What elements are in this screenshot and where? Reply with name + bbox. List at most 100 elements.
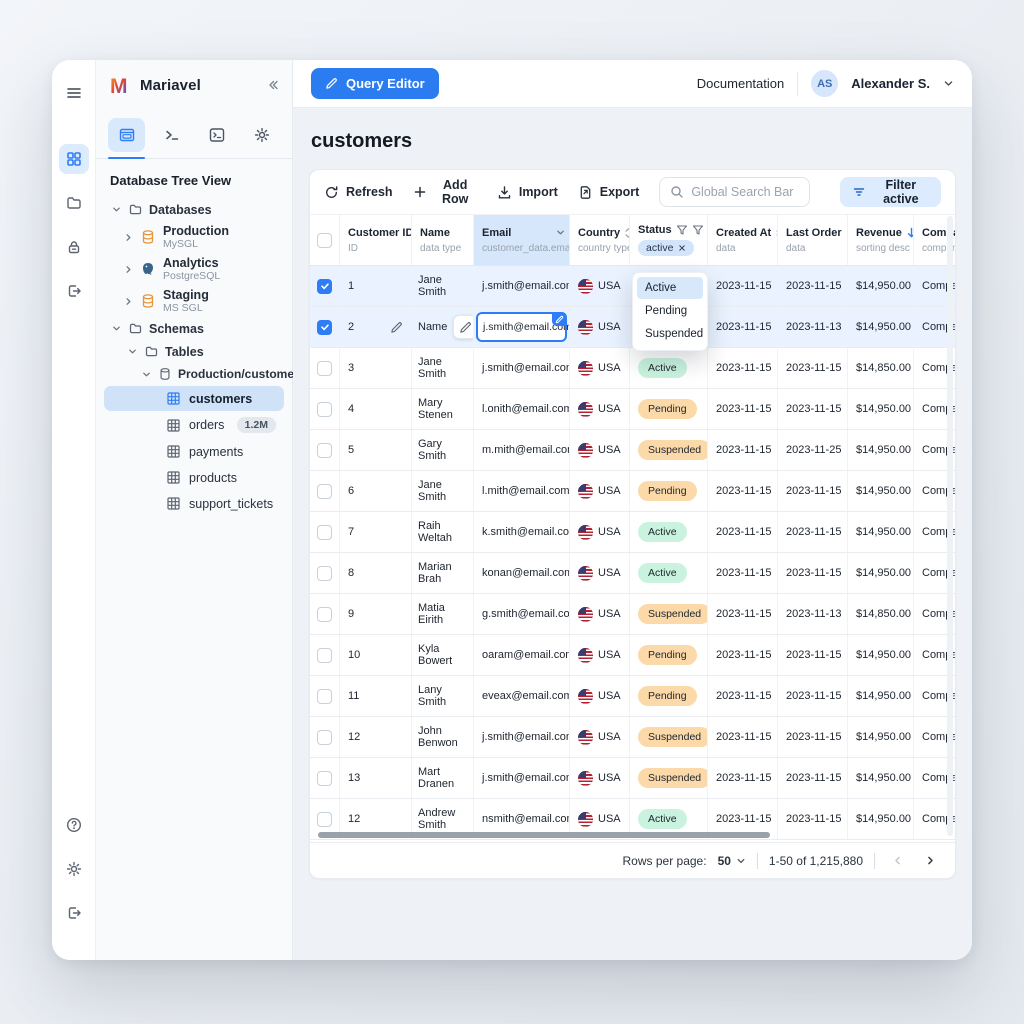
help-icon[interactable]: [59, 810, 89, 840]
row-checkbox[interactable]: [317, 402, 332, 417]
tree-folder-schemas[interactable]: Schemas: [96, 317, 292, 340]
chevron-down-icon[interactable]: [556, 228, 565, 237]
table-row[interactable]: 6Jane Smithl.mith@email.comUSAPending202…: [310, 471, 955, 512]
folder-icon[interactable]: [59, 188, 89, 218]
cell-last-order: 2023-11-15: [778, 799, 848, 839]
query-editor-button[interactable]: Query Editor: [311, 68, 439, 99]
cell-status: Pending: [630, 635, 708, 675]
tab-terminal[interactable]: [153, 118, 190, 152]
cell-country: USA: [570, 594, 630, 634]
row-checkbox[interactable]: [317, 812, 332, 827]
next-page-button[interactable]: [919, 850, 941, 872]
column-label: Status: [638, 224, 672, 236]
table-row[interactable]: 9Matia Eirithg.smith@email.comUSASuspend…: [310, 594, 955, 635]
table-row[interactable]: 3Jane Smithj.smith@email.comUSAActive202…: [310, 348, 955, 389]
import-button[interactable]: Import: [497, 185, 558, 200]
tree-folder-databases[interactable]: Databases: [96, 198, 292, 221]
row-checkbox[interactable]: [317, 320, 332, 335]
row-checkbox[interactable]: [317, 525, 332, 540]
settings-icon[interactable]: [59, 854, 89, 884]
row-checkbox[interactable]: [317, 484, 332, 499]
tree-database-analytics[interactable]: AnalyticsPostgreSQL: [96, 253, 292, 285]
table-row[interactable]: 7Raih Weltahk.smith@email.comUSAActive20…: [310, 512, 955, 553]
cell-revenue: $14,950.00: [848, 799, 914, 839]
documentation-link[interactable]: Documentation: [697, 76, 784, 91]
cell-email: j.smith@email.com: [474, 266, 570, 306]
export-button[interactable]: Export: [578, 185, 640, 200]
collapse-sidebar-icon[interactable]: [266, 78, 280, 92]
row-checkbox[interactable]: [317, 689, 332, 704]
dropdown-option-pending[interactable]: Pending: [637, 300, 703, 322]
tab-settings[interactable]: [243, 118, 280, 152]
avatar[interactable]: AS: [811, 70, 838, 97]
rows-per-page-select[interactable]: 50: [718, 854, 746, 868]
tree-table-products[interactable]: products: [104, 465, 284, 490]
filter-icon[interactable]: [676, 224, 688, 236]
row-count-badge: 1.2M: [237, 417, 276, 433]
column-header-id[interactable]: Customer IDID: [340, 215, 412, 265]
tree-table-payments[interactable]: payments: [104, 439, 284, 464]
dropdown-option-suspended[interactable]: Suspended: [637, 323, 703, 345]
row-checkbox[interactable]: [317, 648, 332, 663]
table-row[interactable]: 13Mart Dranenj.smith@email.comUSASuspend…: [310, 758, 955, 799]
table-row[interactable]: 8Marian Brahkonan@email.comUSAActive2023…: [310, 553, 955, 594]
tree-folder-tables[interactable]: Tables: [96, 340, 292, 363]
lock-icon[interactable]: [59, 232, 89, 262]
dropdown-option-active[interactable]: Active: [637, 277, 703, 299]
user-name[interactable]: Alexander S.: [851, 76, 930, 91]
select-all-checkbox[interactable]: [317, 233, 332, 248]
tab-console[interactable]: [198, 118, 235, 152]
filter-icon[interactable]: [692, 224, 704, 236]
row-checkbox[interactable]: [317, 443, 332, 458]
tree-table-customers[interactable]: customers: [104, 386, 284, 411]
tree-table-support_tickets[interactable]: support_tickets: [104, 491, 284, 516]
horizontal-scrollbar[interactable]: [318, 832, 770, 838]
logout-icon[interactable]: [59, 898, 89, 928]
column-header-last_order[interactable]: Last Orderdata: [778, 215, 848, 265]
pencil-icon[interactable]: [390, 321, 403, 334]
cell-email: oaram@email.com: [474, 635, 570, 675]
usa-flag-icon: [578, 812, 593, 827]
filter-active-button[interactable]: Filter active: [840, 177, 941, 207]
column-header-status[interactable]: Status active: [630, 215, 708, 265]
row-checkbox[interactable]: [317, 566, 332, 581]
table-row[interactable]: 4Mary Stenenl.onith@email.comUSAPending2…: [310, 389, 955, 430]
tree-database-production[interactable]: ProductionMySGL: [96, 221, 292, 253]
previous-page-button[interactable]: [886, 850, 908, 872]
apps-grid-icon[interactable]: [59, 144, 89, 174]
tree-schema-path[interactable]: Production/customer_data: [96, 363, 292, 385]
rows-per-page-label: Rows per page:: [623, 854, 707, 868]
close-icon[interactable]: [678, 244, 686, 252]
column-header-name[interactable]: Namedata type: [412, 215, 474, 265]
tree-database-staging[interactable]: StagingMS SGL: [96, 285, 292, 317]
tree-table-orders[interactable]: orders1.2M: [104, 412, 284, 438]
table-name: payments: [189, 445, 243, 459]
chevron-down-icon[interactable]: [943, 78, 954, 89]
active-filter-chip[interactable]: active: [638, 240, 694, 256]
tab-database-browser[interactable]: [108, 118, 145, 152]
menu-icon[interactable]: [59, 78, 89, 108]
row-checkbox[interactable]: [317, 607, 332, 622]
table-row[interactable]: 12John Benwonj.smith@email.comUSASuspend…: [310, 717, 955, 758]
row-checkbox[interactable]: [317, 279, 332, 294]
column-header-country[interactable]: Countrycountry type: [570, 215, 630, 265]
row-checkbox[interactable]: [317, 361, 332, 376]
row-checkbox[interactable]: [317, 771, 332, 786]
table-row[interactable]: 10Kyla Bowertoaram@email.comUSAPending20…: [310, 635, 955, 676]
table-row[interactable]: 11Lany Smitheveax@email.comUSAPending202…: [310, 676, 955, 717]
refresh-button[interactable]: Refresh: [324, 185, 393, 200]
usa-flag-icon: [578, 361, 593, 376]
edit-name-button[interactable]: [453, 315, 474, 339]
email-edit-input[interactable]: j.smith@email.com: [476, 312, 567, 342]
column-header-created[interactable]: Created Atdata: [708, 215, 778, 265]
sort-desc-icon[interactable]: [906, 227, 914, 239]
add-row-button[interactable]: Add Row: [413, 178, 477, 206]
column-header-email[interactable]: Emailcustomer_data.email: [474, 215, 570, 265]
row-checkbox[interactable]: [317, 730, 332, 745]
content: customers Refresh Add Row Import: [293, 108, 972, 960]
table-row[interactable]: 5Gary Smithm.mith@email.comUSASuspended2…: [310, 430, 955, 471]
search-input[interactable]: [691, 185, 798, 199]
column-header-revenue[interactable]: Revenuesorting desc: [848, 215, 914, 265]
vertical-scrollbar[interactable]: [947, 216, 953, 836]
sign-out-icon[interactable]: [59, 276, 89, 306]
